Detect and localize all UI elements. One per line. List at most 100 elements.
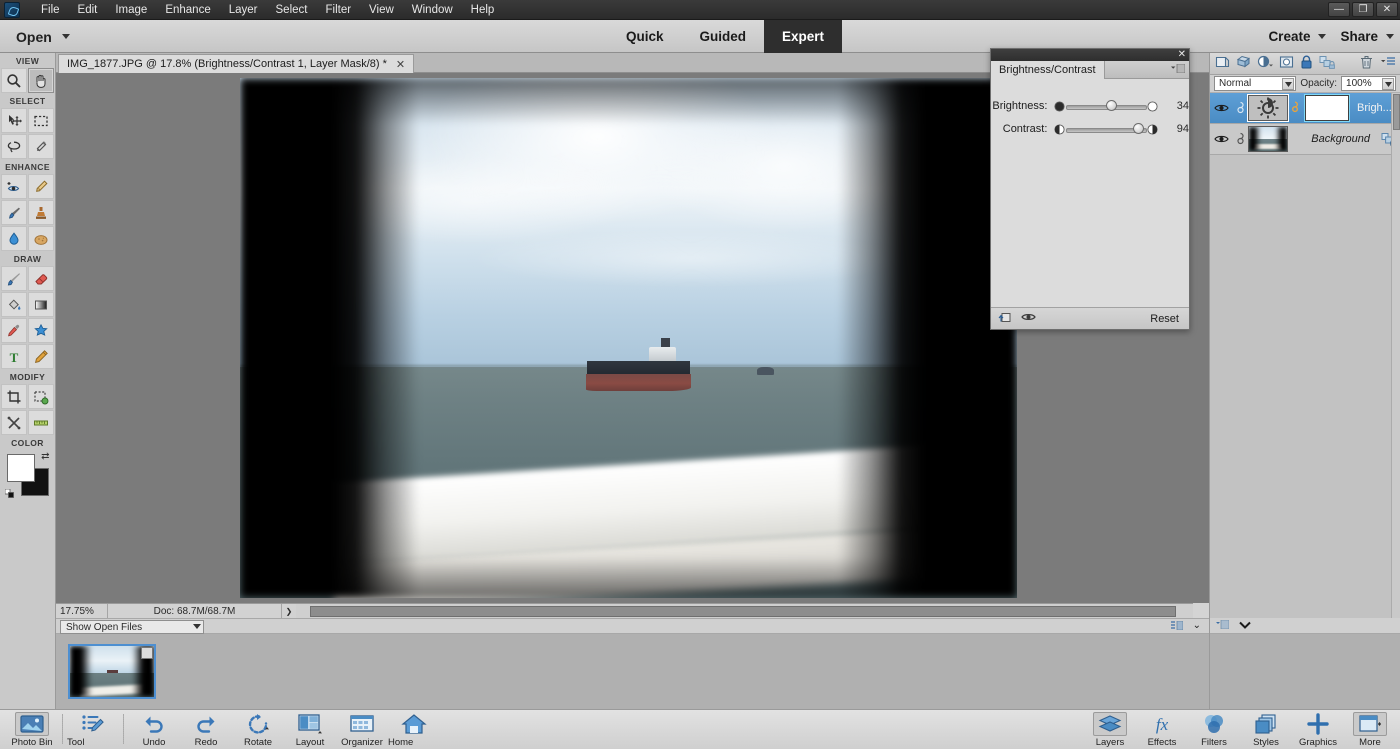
spot-healing-brush-tool[interactable] <box>28 174 54 199</box>
photo-bin[interactable] <box>56 634 1209 709</box>
straighten-tool[interactable] <box>28 410 54 435</box>
taskbar-layout-button[interactable]: Layout <box>284 712 336 748</box>
taskbar-photo-bin-button[interactable]: Photo Bin <box>6 712 58 748</box>
new-adjustment-layer-icon[interactable] <box>1257 55 1273 72</box>
swap-colors-icon[interactable]: ⇄ <box>41 451 49 462</box>
contrast-slider[interactable] <box>1066 122 1148 136</box>
document-image[interactable] <box>240 78 1017 598</box>
layer-thumbnail-adjustment[interactable] <box>1247 94 1289 122</box>
new-fill-layer-icon[interactable] <box>1236 55 1251 72</box>
photo-bin-filter-select[interactable]: Show Open Files <box>60 620 204 634</box>
taskbar-effects-button[interactable]: fx Effects <box>1136 712 1188 748</box>
taskbar-organizer-button[interactable]: Organizer <box>336 712 388 748</box>
adjustment-panel-titlebar[interactable]: ✕ <box>991 49 1189 61</box>
clip-to-layer-icon[interactable] <box>998 312 1012 326</box>
menu-select[interactable]: Select <box>267 0 317 20</box>
pencil-tool[interactable] <box>28 344 54 369</box>
status-expand-icon[interactable]: ❯ <box>282 607 296 616</box>
horizontal-scroll-thumb[interactable] <box>310 606 1176 617</box>
brightness-slider-knob[interactable] <box>1105 100 1117 111</box>
menu-enhance[interactable]: Enhance <box>156 0 219 20</box>
open-button[interactable]: Open <box>8 24 78 49</box>
taskbar-more-button[interactable]: More <box>1344 712 1396 748</box>
type-tool[interactable]: T <box>1 344 27 369</box>
taskbar-undo-button[interactable]: Undo <box>128 712 180 748</box>
menu-image[interactable]: Image <box>106 0 156 20</box>
menu-view[interactable]: View <box>360 0 403 20</box>
blend-mode-select[interactable]: Normal <box>1214 76 1297 91</box>
gradient-tool[interactable] <box>28 292 54 317</box>
default-colors-icon[interactable] <box>4 488 14 498</box>
photo-bin-thumbnail[interactable] <box>68 644 156 699</box>
paint-bucket-tool[interactable] <box>1 292 27 317</box>
layer-thumbnail-background[interactable] <box>1248 126 1288 152</box>
tab-expert[interactable]: Expert <box>764 20 843 53</box>
eyedropper-tool[interactable] <box>1 318 27 343</box>
menu-window[interactable]: Window <box>403 0 462 20</box>
adjustment-panel-tab[interactable]: Brightness/Contrast <box>991 61 1105 79</box>
taskbar-home-screen-button[interactable]: Home Screen <box>388 712 440 749</box>
link-layers-icon[interactable] <box>1319 55 1335 72</box>
new-layer-icon[interactable] <box>1215 55 1230 72</box>
layers-panel-scrollbar[interactable] <box>1391 93 1400 618</box>
layer-link-icon[interactable] <box>1232 132 1248 147</box>
menu-file[interactable]: File <box>32 0 69 20</box>
taskbar-styles-button[interactable]: Styles <box>1240 712 1292 748</box>
custom-shape-tool[interactable] <box>28 318 54 343</box>
menu-help[interactable]: Help <box>462 0 504 20</box>
canvas-horizontal-scrollbar[interactable] <box>296 603 1193 618</box>
create-button[interactable]: Create <box>1268 29 1327 44</box>
red-eye-removal-tool[interactable] <box>1 174 27 199</box>
layer-mask-link-icon[interactable] <box>1288 101 1301 115</box>
opacity-input[interactable]: 100% <box>1341 76 1396 91</box>
eye-icon[interactable] <box>1021 312 1036 325</box>
brightness-slider[interactable] <box>1066 99 1148 113</box>
lock-icon[interactable] <box>1300 55 1313 72</box>
taskbar-graphics-button[interactable]: Graphics <box>1292 712 1344 748</box>
content-aware-move-tool[interactable] <box>1 410 27 435</box>
move-tool[interactable] <box>1 108 27 133</box>
blur-tool[interactable] <box>1 226 27 251</box>
layer-mask-thumbnail[interactable] <box>1305 95 1349 121</box>
delete-layer-icon[interactable] <box>1360 55 1373 72</box>
panel-menu-icon[interactable] <box>1216 619 1230 632</box>
layers-scroll-thumb[interactable] <box>1393 94 1400 130</box>
layer-visibility-eye-icon[interactable] <box>1210 134 1232 144</box>
layer-row-background[interactable]: Background <box>1210 124 1400 155</box>
taskbar-rotate-button[interactable]: Rotate <box>232 712 284 748</box>
taskbar-redo-button[interactable]: Redo <box>180 712 232 748</box>
contrast-value[interactable]: 94 <box>1159 123 1189 135</box>
lasso-tool[interactable] <box>1 134 27 159</box>
zoom-tool[interactable] <box>1 68 27 93</box>
reset-button[interactable]: Reset <box>1150 313 1179 325</box>
layer-name[interactable]: Background <box>1288 133 1376 145</box>
menu-filter[interactable]: Filter <box>316 0 360 20</box>
panel-menu-icon[interactable] <box>1171 63 1186 75</box>
tab-guided[interactable]: Guided <box>682 20 765 53</box>
recompose-tool[interactable] <box>28 384 54 409</box>
menu-layer[interactable]: Layer <box>220 0 267 20</box>
restore-button[interactable]: ❐ <box>1352 2 1374 17</box>
brightness-value[interactable]: 34 <box>1159 100 1189 112</box>
color-swatches[interactable]: ⇄ <box>4 451 50 498</box>
document-tab[interactable]: IMG_1877.JPG @ 17.8% (Brightness/Contras… <box>58 54 415 73</box>
tab-quick[interactable]: Quick <box>608 20 682 53</box>
contrast-slider-knob[interactable] <box>1133 123 1145 134</box>
zoom-level-field[interactable]: 17.75% <box>56 603 108 619</box>
chevron-down-icon[interactable]: ⌄ <box>1193 620 1201 631</box>
smart-brush-tool[interactable] <box>1 200 27 225</box>
close-button[interactable]: ✕ <box>1376 2 1398 17</box>
taskbar-filters-button[interactable]: Filters <box>1188 712 1240 748</box>
brightness-contrast-panel[interactable]: ✕ Brightness/Contrast Brightness: 34 Con… <box>990 48 1190 330</box>
layer-visibility-eye-icon[interactable] <box>1210 103 1232 113</box>
layer-row-brightness-contrast[interactable]: Brigh... <box>1210 93 1400 124</box>
panel-menu-icon[interactable] <box>1381 57 1395 70</box>
chevron-down-icon[interactable] <box>1239 620 1251 632</box>
brush-tool[interactable] <box>1 266 27 291</box>
crop-tool[interactable] <box>1 384 27 409</box>
taskbar-layers-button[interactable]: Layers <box>1084 712 1136 748</box>
close-icon[interactable]: ✕ <box>1178 49 1186 61</box>
clone-stamp-tool[interactable] <box>28 200 54 225</box>
sponge-tool[interactable] <box>28 226 54 251</box>
menu-edit[interactable]: Edit <box>69 0 107 20</box>
